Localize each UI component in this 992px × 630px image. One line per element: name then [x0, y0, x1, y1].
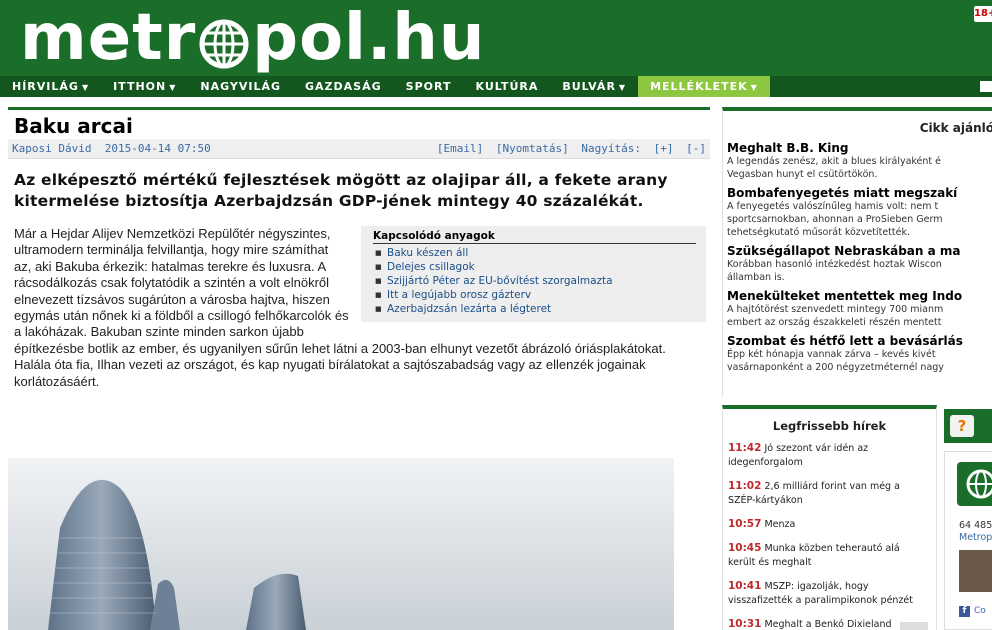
article-title-box: Baku arcai	[8, 107, 710, 139]
article-body-wrap: Kapcsolódó anyagok Baku készen áll Delej…	[8, 226, 710, 390]
article-title: Baku arcai	[14, 114, 133, 138]
zoom-in-link[interactable]: [+]	[654, 142, 674, 155]
recommended-desc: embert az ország északkeleti részén ment…	[727, 317, 942, 328]
nav-item-gazdasag[interactable]: GAZDASÁG	[293, 76, 394, 97]
news-time: 11:42	[728, 442, 762, 454]
globe-icon	[198, 12, 250, 69]
article-date: 2015-04-14 07:50	[104, 142, 211, 155]
recommender-box: Cikk ajánló Meghalt B.B. King A legendás…	[722, 107, 992, 397]
recommended-desc: államban is.	[727, 272, 785, 283]
related-item[interactable]: Baku készen áll	[373, 246, 696, 260]
chevron-down-icon: ▼	[81, 83, 90, 92]
recommended-title[interactable]: Meghalt B.B. King	[727, 141, 992, 155]
news-text[interactable]: Meghalt a Benkó Dixieland	[764, 619, 891, 630]
article: Baku arcai Kaposi Dávid 2015-04-14 07:50…	[8, 107, 710, 390]
chevron-down-icon: ▼	[169, 83, 177, 92]
latest-news-heading: Legfrissebb hírek	[772, 419, 887, 433]
main-nav: HÍRVILÁG ▼ ITTHON ▼ NAGYVILÁG GAZDASÁG SPO…	[0, 76, 992, 97]
recommended-desc: vasárnaponként a 200 négyzetméternél nag…	[727, 362, 944, 373]
news-item[interactable]: 10:41 MSZP: igazolják, hogy visszafizetté…	[723, 579, 936, 608]
recommended-title[interactable]: Szombat és hétfő lett a bevásárlás	[727, 334, 992, 348]
related-item[interactable]: Szijjártó Péter az EU-bővítést szorgalma…	[373, 274, 696, 288]
quiz-widget[interactable]: ?	[944, 409, 992, 443]
related-list: Baku készen áll Delejes csillagok Szijjá…	[373, 246, 696, 316]
recommended-title[interactable]: Bombafenyegetés miatt megszakí	[727, 186, 992, 200]
related-item[interactable]: Itt a legújabb orosz gázterv	[373, 288, 696, 302]
chevron-down-icon: ▼	[750, 83, 758, 92]
recommended-item[interactable]: Meghalt B.B. King A legendás zenész, aki…	[723, 141, 992, 181]
article-recommender: Cikk ajánló Meghalt B.B. King A legendás…	[722, 107, 992, 397]
article-tools: [Email] [Nyomtatás] Nagyítás: [+] [-]	[431, 142, 706, 155]
recommended-item[interactable]: Menekülteket mentettek meg Indo A hajtót…	[723, 289, 992, 329]
recommended-desc: Korábban hasonló intézkedést hoztak Wisc…	[727, 259, 942, 270]
page-name-link[interactable]: Metrop	[959, 532, 992, 543]
news-time: 10:41	[728, 580, 762, 592]
news-item[interactable]: 11:02 2,6 milliárd forint van még a SZÉP-…	[723, 479, 936, 508]
news-time: 10:57	[728, 518, 762, 530]
news-time: 11:02	[728, 480, 762, 492]
recommended-desc: A hajtótörést szenvedett mintegy 700 mia…	[727, 304, 944, 315]
recommended-title[interactable]: Szükségállapot Nebraskában a ma	[727, 244, 992, 258]
recommended-title[interactable]: Menekülteket mentettek meg Indo	[727, 289, 992, 303]
article-author[interactable]: Kaposi Dávid	[12, 142, 91, 155]
side-widgets: ? 64 485 Metrop f Co	[944, 405, 992, 630]
nav-item-sport[interactable]: SPORT	[394, 76, 464, 97]
news-time: 10:45	[728, 542, 762, 554]
question-icon: ?	[950, 415, 974, 437]
logo-text-left: metr	[20, 1, 197, 75]
article-meta: Kaposi Dávid 2015-04-14 07:50 [Email] [N…	[8, 139, 710, 159]
recommended-desc: sportcsarnokban, ahonnan a ProSieben Ger…	[727, 214, 943, 225]
nav-item-kultura[interactable]: KULTÚRA	[463, 76, 550, 97]
age-rating-badge: 18+	[974, 6, 992, 22]
article-lead: Az elképesztő mértékű fejlesztések mögöt…	[14, 171, 668, 210]
recommended-desc: Épp két hónapja vannak zárva – kevés kiv…	[727, 349, 936, 360]
social-widget: 64 485 Metrop f Co	[944, 451, 992, 630]
news-text[interactable]: Menza	[764, 519, 795, 530]
news-item[interactable]: 10:45 Munka közben teherautó alá került é…	[723, 541, 936, 570]
follower-count: 64 485	[959, 520, 992, 531]
chevron-down-icon: ▼	[618, 83, 627, 92]
mini-scroll-control[interactable]	[900, 622, 928, 630]
site-header: metr pol.hu 18+	[0, 0, 992, 76]
print-link[interactable]: [Nyomtatás]	[496, 142, 569, 155]
recommended-desc: A fenyegetés valószínűleg hamis volt: ne…	[727, 201, 939, 212]
recommended-desc: A legendás zenész, akit a blues királyak…	[727, 156, 942, 167]
news-item[interactable]: 10:57 Menza	[723, 517, 936, 532]
nav-search-edge[interactable]	[980, 81, 992, 92]
nav-item-bulvar[interactable]: BULVÁR ▼	[550, 76, 638, 97]
zoom-out-link[interactable]: [-]	[686, 142, 706, 155]
news-time: 10:31	[728, 618, 762, 630]
nav-item-nagyvilag[interactable]: NAGYVILÁG	[188, 76, 293, 97]
related-articles-box: Kapcsolódó anyagok Baku készen áll Delej…	[361, 226, 706, 322]
recommended-item[interactable]: Bombafenyegetés miatt megszakí A fenyege…	[723, 186, 992, 239]
recommender-heading: Cikk ajánló	[919, 121, 992, 135]
facebook-icon: f	[959, 606, 970, 617]
recommended-desc: Vegasban hunyt el csütörtökön.	[727, 169, 878, 180]
related-heading: Kapcsolódó anyagok	[373, 230, 696, 244]
facebook-link[interactable]: f Co	[959, 606, 986, 617]
recommended-item[interactable]: Szombat és hétfő lett a bevásárlás Épp k…	[723, 334, 992, 374]
article-photo	[8, 458, 674, 630]
recommended-item[interactable]: Szükségállapot Nebraskában a ma Korábban…	[723, 244, 992, 284]
related-item[interactable]: Delejes csillagok	[373, 260, 696, 274]
nav-item-hirvilag[interactable]: HÍRVILÁG ▼	[0, 76, 101, 97]
news-item[interactable]: 11:42 Jó szezont vár idén az idegenforgal…	[723, 441, 936, 470]
nav-item-mellekletek[interactable]: MELLÉKLETEK ▼	[638, 76, 770, 97]
site-logo[interactable]: metr pol.hu	[20, 0, 485, 76]
metropol-logo-icon[interactable]	[957, 462, 992, 506]
recommended-desc: tehetségkutató műsorát közvetítették.	[727, 227, 911, 238]
related-item[interactable]: Azerbajdzsán lezárta a légteret	[373, 302, 696, 316]
email-link[interactable]: [Email]	[437, 142, 483, 155]
nav-item-itthon[interactable]: ITTHON ▼	[101, 76, 188, 97]
follower-avatar[interactable]	[959, 550, 992, 592]
latest-news: Legfrissebb hírek 11:42 Jó szezont vár id…	[722, 405, 937, 630]
zoom-label: Nagyítás:	[581, 142, 641, 155]
logo-text-right: pol.hu	[252, 1, 486, 75]
